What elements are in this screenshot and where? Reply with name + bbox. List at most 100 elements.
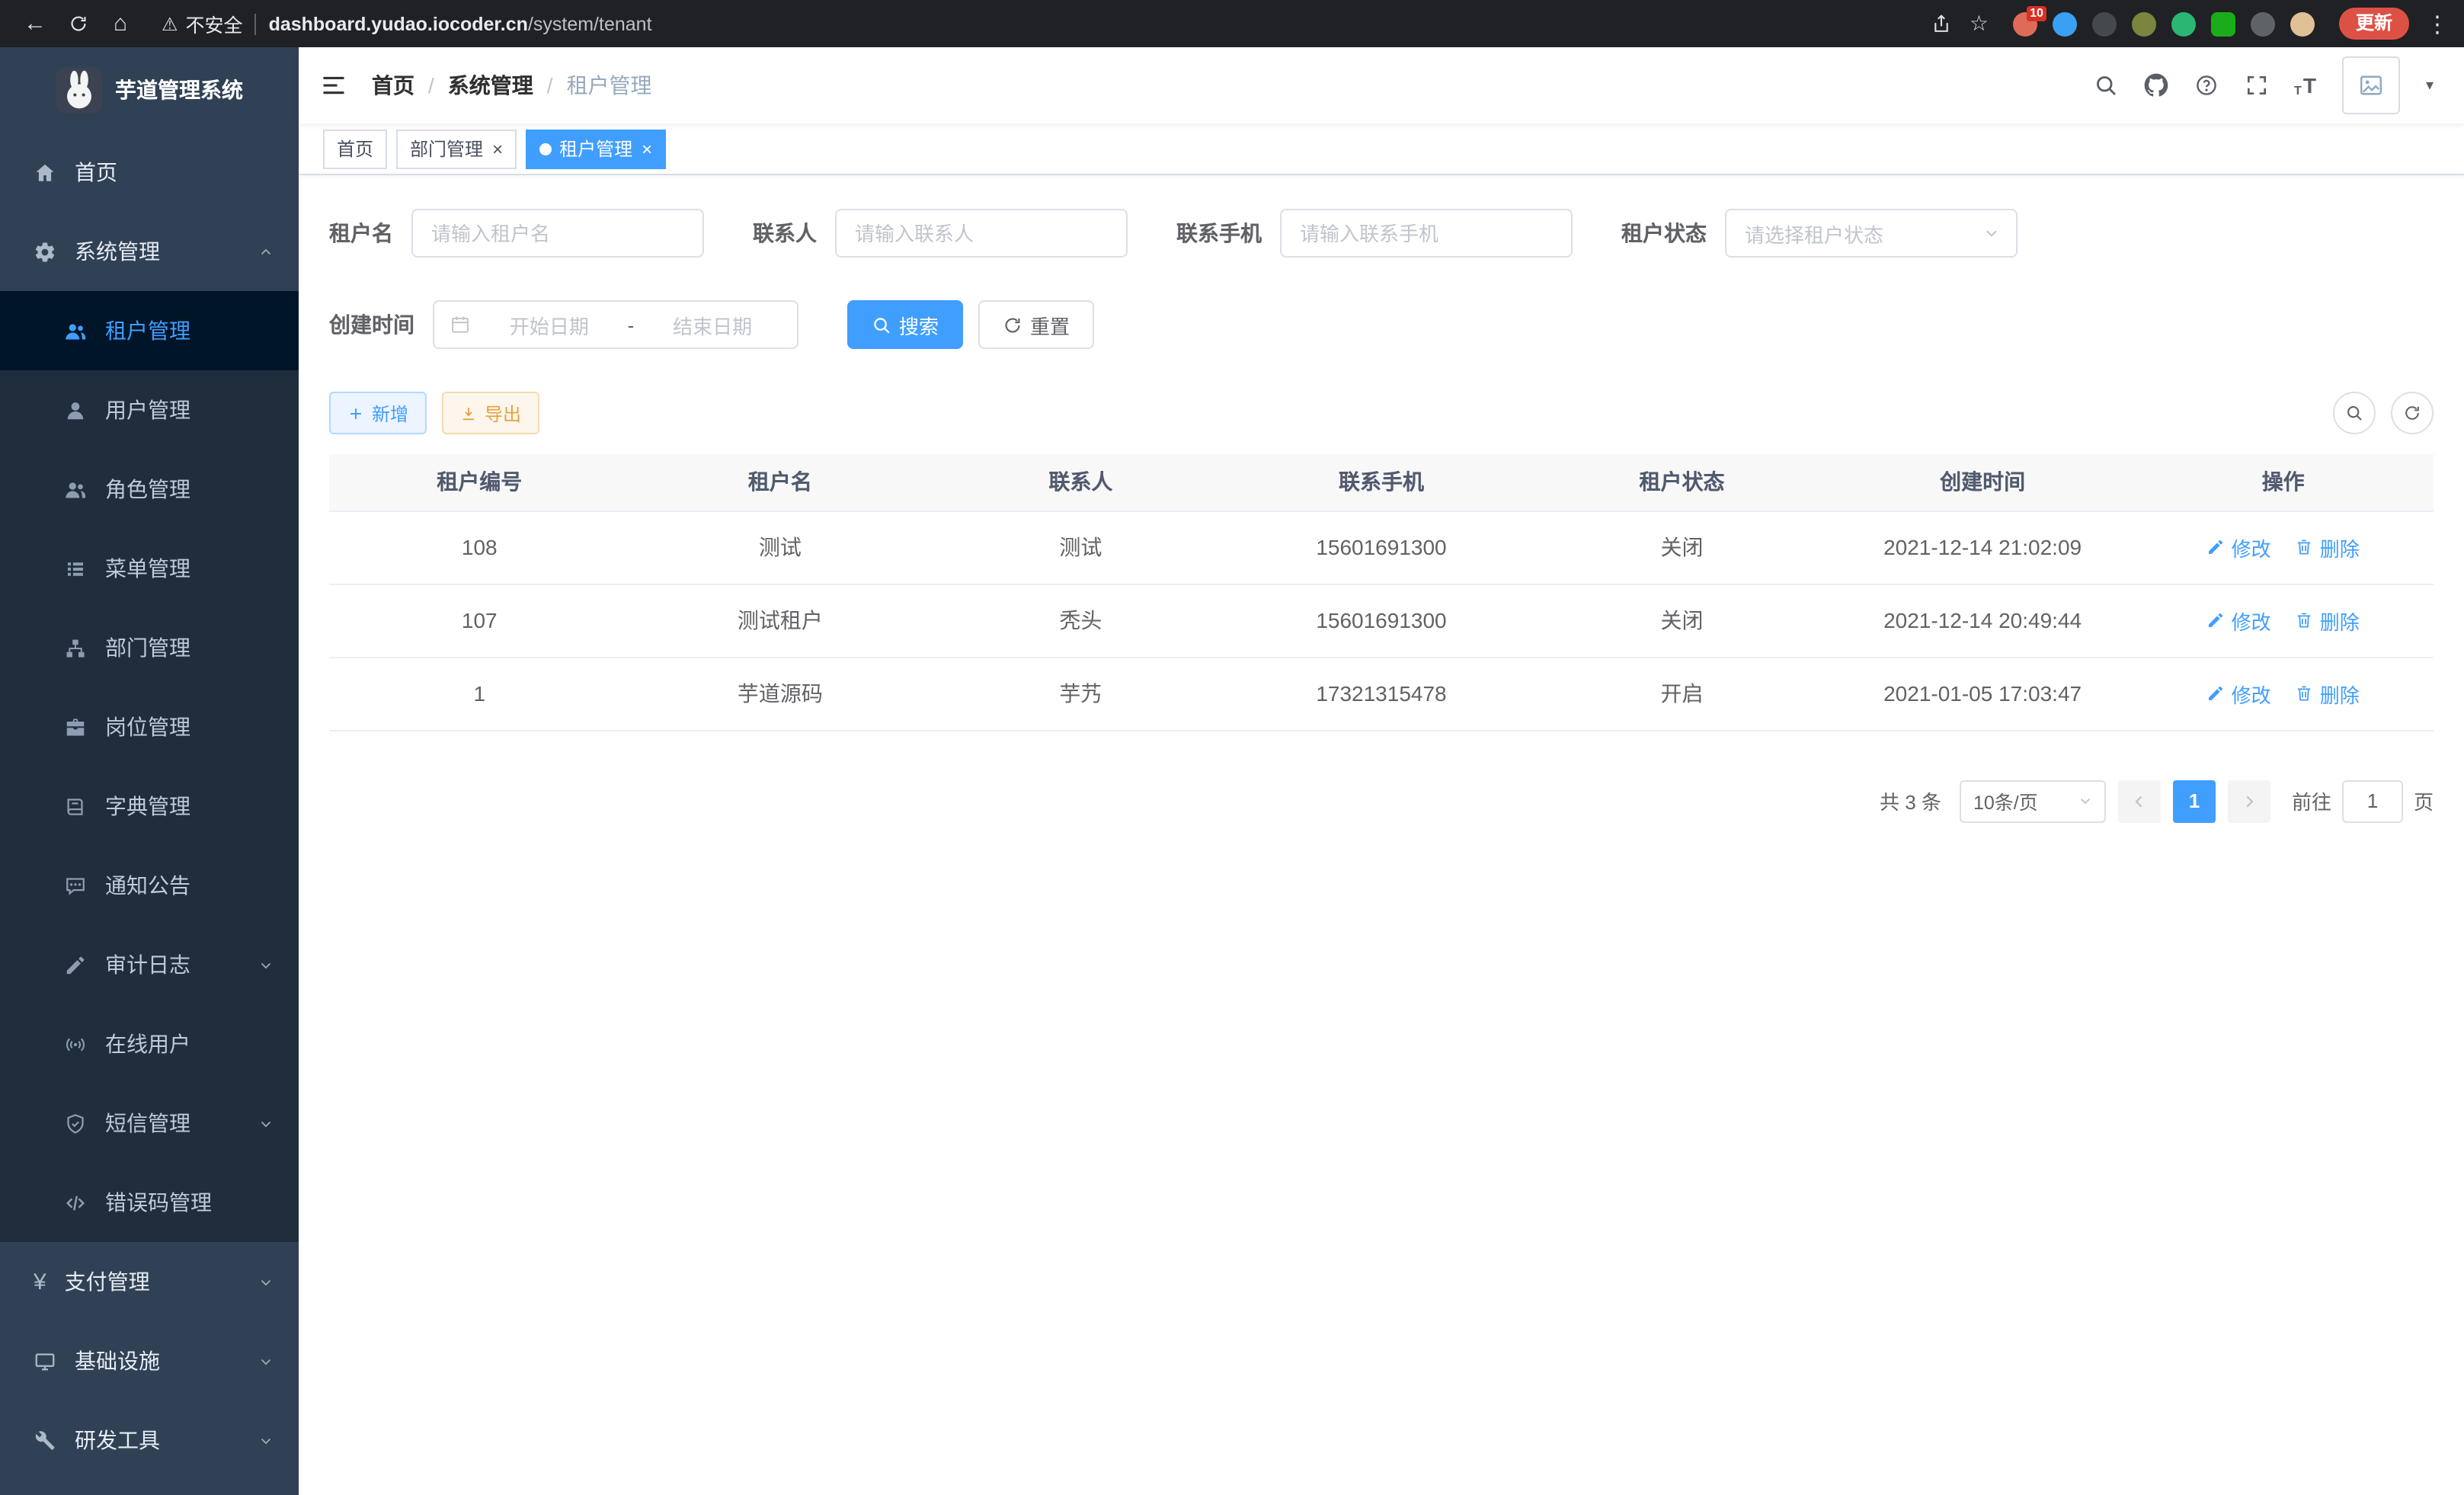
code-icon	[64, 1191, 87, 1214]
add-button[interactable]: 新增	[329, 392, 427, 434]
search-icon[interactable]	[2093, 73, 2117, 98]
security-chip[interactable]: ⚠ 不安全	[162, 9, 243, 38]
sidebar-item-role[interactable]: 角色管理	[0, 450, 299, 529]
tag-label: 租户管理	[559, 136, 632, 162]
users-icon	[64, 319, 87, 342]
extension-icon[interactable]	[2092, 11, 2117, 36]
cell-mobile: 15601691300	[1231, 511, 1532, 584]
toggle-search-button[interactable]	[2333, 392, 2376, 434]
update-button[interactable]: 更新	[2339, 8, 2409, 40]
sidebar-item-dept[interactable]: 部门管理	[0, 608, 299, 687]
reset-button[interactable]: 重置	[978, 300, 1094, 349]
sidebar-item-notice[interactable]: 通知公告	[0, 846, 299, 925]
hamburger-icon[interactable]	[320, 72, 347, 99]
edit-button[interactable]: 修改	[2207, 606, 2271, 635]
extension-icon[interactable]	[2053, 11, 2077, 36]
sidebar-item-sms[interactable]: 短信管理	[0, 1084, 299, 1163]
page-1-button[interactable]: 1	[2173, 780, 2216, 822]
sidebar-item-menu[interactable]: 菜单管理	[0, 529, 299, 608]
font-size-icon[interactable]: TT	[2294, 73, 2316, 98]
breadcrumb-item[interactable]: 系统管理	[448, 70, 533, 101]
sidebar-item-dict[interactable]: 字典管理	[0, 767, 299, 846]
tool-icon	[34, 1429, 56, 1452]
sidebar-item-home[interactable]: 首页	[0, 133, 299, 212]
app-logo	[56, 67, 101, 113]
extension-icon[interactable]: 10	[2013, 11, 2037, 36]
address-bar[interactable]: ⚠ 不安全 dashboard.yudao.iocoder.cn/system/…	[162, 9, 1928, 38]
cell-status: 关闭	[1531, 511, 1832, 584]
extension-icon[interactable]	[2251, 11, 2275, 36]
tenant-name-input[interactable]	[411, 209, 704, 258]
sidebar-item-post[interactable]: 岗位管理	[0, 687, 299, 767]
help-icon[interactable]	[2194, 73, 2218, 98]
share-icon[interactable]	[1931, 13, 1953, 34]
tenant-table: 租户编号租户名联系人联系手机租户状态创建时间操作 108测试测试15601691…	[329, 454, 2434, 731]
create-time-range-picker[interactable]: 开始日期 - 结束日期	[433, 300, 798, 349]
view-tag[interactable]: 租户管理 ×	[526, 129, 666, 168]
sidebar-item-pay[interactable]: ¥支付管理	[0, 1242, 299, 1321]
search-button[interactable]: 搜索	[847, 300, 963, 349]
chevron-down-icon[interactable]: ▾	[2426, 77, 2434, 94]
bookmark-star-icon[interactable]: ☆	[1970, 11, 1989, 37]
export-button-label: 导出	[485, 400, 521, 426]
cell-name: 芋道源码	[630, 657, 931, 730]
delete-button[interactable]: 删除	[2296, 606, 2360, 635]
extension-icon[interactable]	[2132, 11, 2156, 36]
breadcrumb-item[interactable]: 首页	[372, 70, 414, 101]
github-icon[interactable]	[2143, 73, 2168, 98]
users-icon	[64, 478, 87, 501]
sidebar-item-infra[interactable]: 基础设施	[0, 1321, 299, 1401]
export-button[interactable]: 导出	[442, 392, 539, 434]
tag-close-icon[interactable]: ×	[492, 138, 503, 159]
browser-menu-icon[interactable]: ⋮	[2426, 10, 2449, 37]
sidebar-item-audit-log[interactable]: 审计日志	[0, 925, 299, 1004]
sidebar-item-online-user[interactable]: 在线用户	[0, 1004, 299, 1084]
search-icon	[872, 315, 891, 335]
reload-icon[interactable]	[58, 4, 98, 43]
sidebar-item-label: 首页	[75, 157, 117, 187]
sidebar-logo-row[interactable]: 芋道管理系统	[0, 47, 299, 133]
sidebar-item-label: 研发工具	[75, 1425, 160, 1455]
extension-icon[interactable]	[2211, 11, 2235, 36]
fullscreen-icon[interactable]	[2244, 73, 2268, 98]
tag-close-icon[interactable]: ×	[642, 138, 652, 159]
sidebar-item-tenant[interactable]: 租户管理	[0, 291, 299, 370]
status-select[interactable]: 请选择租户状态	[1725, 209, 2018, 258]
back-icon[interactable]: ←	[15, 4, 55, 43]
next-page-button[interactable]	[2228, 780, 2270, 822]
sidebar-item-label: 在线用户	[105, 1029, 190, 1059]
sidebar-item-label: 用户管理	[105, 395, 190, 425]
mobile-input[interactable]	[1280, 209, 1573, 258]
view-tag[interactable]: 部门管理×	[396, 129, 517, 168]
sidebar-item-label: 审计日志	[105, 949, 190, 980]
delete-button[interactable]: 删除	[2296, 533, 2360, 562]
jump-page-input[interactable]	[2342, 780, 2403, 822]
sidebar-item-system[interactable]: 系统管理	[0, 212, 299, 291]
briefcase-icon	[64, 715, 87, 738]
page-size-select[interactable]: 10条/页	[1960, 780, 2106, 822]
sidebar-item-label: 通知公告	[105, 870, 190, 901]
refresh-table-button[interactable]	[2391, 392, 2434, 434]
delete-button[interactable]: 删除	[2296, 679, 2360, 708]
edit-button[interactable]: 修改	[2207, 533, 2271, 562]
column-header: 操作	[2133, 454, 2434, 511]
home-icon	[34, 161, 56, 184]
avatar[interactable]	[2342, 56, 2400, 114]
security-label: 不安全	[186, 9, 243, 38]
trash-icon	[2296, 538, 2314, 556]
sidebar-item-user[interactable]: 用户管理	[0, 370, 299, 450]
delete-button-label: 删除	[2320, 606, 2360, 635]
home-icon[interactable]: ⌂	[101, 4, 140, 43]
sidebar: 芋道管理系统 首页系统管理租户管理用户管理角色管理菜单管理部门管理岗位管理字典管…	[0, 47, 299, 1495]
prev-page-button[interactable]	[2118, 780, 2161, 822]
breadcrumb-separator: /	[547, 73, 553, 98]
contact-input[interactable]	[835, 209, 1128, 258]
view-tag[interactable]: 首页	[323, 129, 387, 168]
extension-icon[interactable]	[2171, 11, 2196, 36]
edit-button[interactable]: 修改	[2207, 679, 2271, 708]
list-icon	[64, 557, 87, 580]
extension-icon[interactable]	[2290, 11, 2315, 36]
sidebar-item-dev-tool[interactable]: 研发工具	[0, 1401, 299, 1480]
sidebar-item-label: 岗位管理	[105, 712, 190, 742]
sidebar-item-error-code[interactable]: 错误码管理	[0, 1163, 299, 1242]
